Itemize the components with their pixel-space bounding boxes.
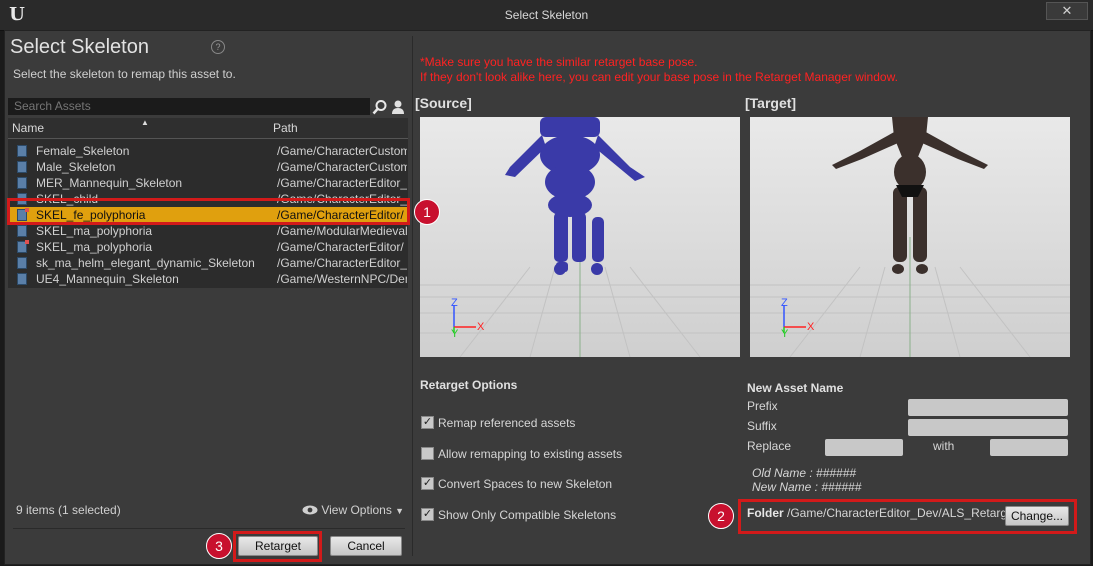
callout-badge-1: 1 (414, 199, 440, 225)
search-input[interactable] (8, 98, 370, 115)
asset-name: SKEL_ma_polyphoria (36, 240, 153, 254)
target-title: [Target] (745, 95, 797, 111)
asset-path: /Game/WesternNPC/Dem (277, 272, 407, 286)
warning-line-1: *Make sure you have the similar retarget… (420, 55, 698, 69)
user-filter-icon[interactable] (391, 99, 405, 115)
unchecked-checkbox[interactable] (421, 447, 434, 460)
eye-icon (302, 505, 318, 515)
close-button[interactable]: ✕ (1046, 2, 1088, 20)
suffix-field[interactable] (908, 419, 1068, 436)
source-viewport[interactable]: Z X Y (420, 117, 740, 357)
with-label: with (933, 439, 955, 453)
checked-checkbox[interactable]: ✓ (421, 416, 434, 429)
option-label: Show Only Compatible Skeletons (438, 508, 617, 522)
warning-line-2: If they don't look alike here, you can e… (420, 70, 898, 84)
axis-z-label: Z (451, 297, 458, 309)
asset-name: Male_Skeleton (36, 160, 116, 174)
skeleton-asset-icon (17, 177, 27, 189)
help-icon[interactable]: ? (211, 40, 225, 54)
skeleton-asset-modified-icon (17, 240, 29, 253)
sort-ascending-icon: ▲ (141, 118, 149, 127)
chevron-down-icon: ▼ (395, 506, 405, 516)
asset-row[interactable]: sk_ma_helm_elegant_dynamic_Skeleton/Game… (8, 255, 408, 271)
skeleton-asset-icon (17, 257, 27, 269)
asset-row[interactable]: SKEL_ma_polyphoria/Game/ModularMedieval (8, 223, 408, 239)
skeleton-asset-icon (17, 225, 27, 237)
panel-subtitle: Select the skeleton to remap this asset … (13, 67, 236, 81)
option-label: Allow remapping to existing assets (438, 447, 623, 461)
source-title: [Source] (415, 95, 472, 111)
option-label: Remap referenced assets (438, 416, 576, 430)
panel-divider (412, 36, 413, 556)
asset-path: /Game/CharacterEditor/ (277, 240, 404, 254)
callout-highlight-retarget (233, 531, 322, 562)
old-name-preview: Old Name : ###### (752, 466, 857, 480)
skeleton-picker-panel: Select Skeleton ? Select the skeleton to… (4, 32, 408, 560)
column-header-path[interactable]: Path (273, 121, 298, 135)
asset-path: /Game/CharacterCustomi (277, 144, 407, 158)
skeleton-asset-icon (17, 161, 27, 173)
callout-highlight-selected-row (7, 198, 410, 225)
footer-divider (13, 528, 405, 529)
asset-path: /Game/CharacterCustomi (277, 160, 407, 174)
item-count-status: 9 items (1 selected) (16, 503, 121, 517)
skeleton-asset-icon (17, 273, 27, 285)
skeleton-asset-icon (17, 145, 27, 157)
prefix-field[interactable] (908, 399, 1068, 416)
replace-field[interactable] (825, 439, 903, 456)
option-label: Convert Spaces to new Skeleton (438, 477, 613, 491)
callout-badge-3: 3 (206, 533, 232, 559)
axis-y-label: Y (781, 328, 789, 340)
asset-path: /Game/CharacterEditor_ (277, 176, 407, 190)
column-header-name[interactable]: Name (12, 121, 44, 135)
panel-heading: Select Skeleton (10, 36, 149, 58)
source-figure (505, 117, 645, 275)
asset-name: UE4_Mannequin_Skeleton (36, 272, 179, 286)
asset-path: /Game/ModularMedieval (277, 224, 407, 238)
callout-badge-2: 2 (708, 503, 734, 529)
asset-name: MER_Mannequin_Skeleton (36, 176, 183, 190)
checked-checkbox[interactable]: ✓ (421, 477, 434, 490)
asset-row[interactable]: Male_Skeleton/Game/CharacterCustomi (8, 159, 408, 175)
asset-row[interactable]: UE4_Mannequin_Skeleton/Game/WesternNPC/D… (8, 271, 408, 287)
suffix-label: Suffix (747, 419, 777, 433)
replace-label: Replace (747, 439, 792, 453)
view-options-label: View Options (321, 503, 392, 517)
asset-name: sk_ma_helm_elegant_dynamic_Skeleton (36, 256, 255, 270)
cancel-button[interactable]: Cancel (330, 536, 402, 556)
search-icon[interactable] (372, 99, 388, 115)
asset-row[interactable]: MER_Mannequin_Skeleton/Game/CharacterEdi… (8, 175, 408, 191)
asset-path: /Game/CharacterEditor_ (277, 256, 407, 270)
prefix-label: Prefix (747, 399, 778, 413)
title-bar: U Select Skeleton ✕ (0, 0, 1093, 31)
asset-list-header: Name ▲ Path (8, 118, 408, 139)
new-asset-name-title: New Asset Name (747, 381, 844, 395)
asset-row[interactable]: SKEL_ma_polyphoria/Game/CharacterEditor/ (8, 239, 408, 255)
axis-x-label: X (477, 321, 485, 333)
with-field[interactable] (990, 439, 1068, 456)
asset-name: Female_Skeleton (36, 144, 130, 158)
new-name-preview: New Name : ###### (752, 480, 862, 494)
window-title: Select Skeleton (504, 8, 589, 22)
source-preview: Z X Y (420, 117, 740, 357)
axis-z-label: Z (781, 297, 788, 309)
callout-highlight-folder (738, 499, 1077, 534)
checked-checkbox[interactable]: ✓ (421, 508, 434, 521)
view-options-button[interactable]: View Options ▼ (302, 503, 404, 517)
axis-y-label: Y (451, 328, 459, 340)
target-viewport[interactable]: Z X Y (750, 117, 1070, 357)
asset-name: SKEL_ma_polyphoria (36, 224, 153, 238)
target-preview: Z X Y (750, 117, 1070, 357)
axis-x-label: X (807, 321, 815, 333)
retarget-options-title: Retarget Options (420, 378, 518, 392)
asset-row[interactable]: Female_Skeleton/Game/CharacterCustomi (8, 143, 408, 159)
